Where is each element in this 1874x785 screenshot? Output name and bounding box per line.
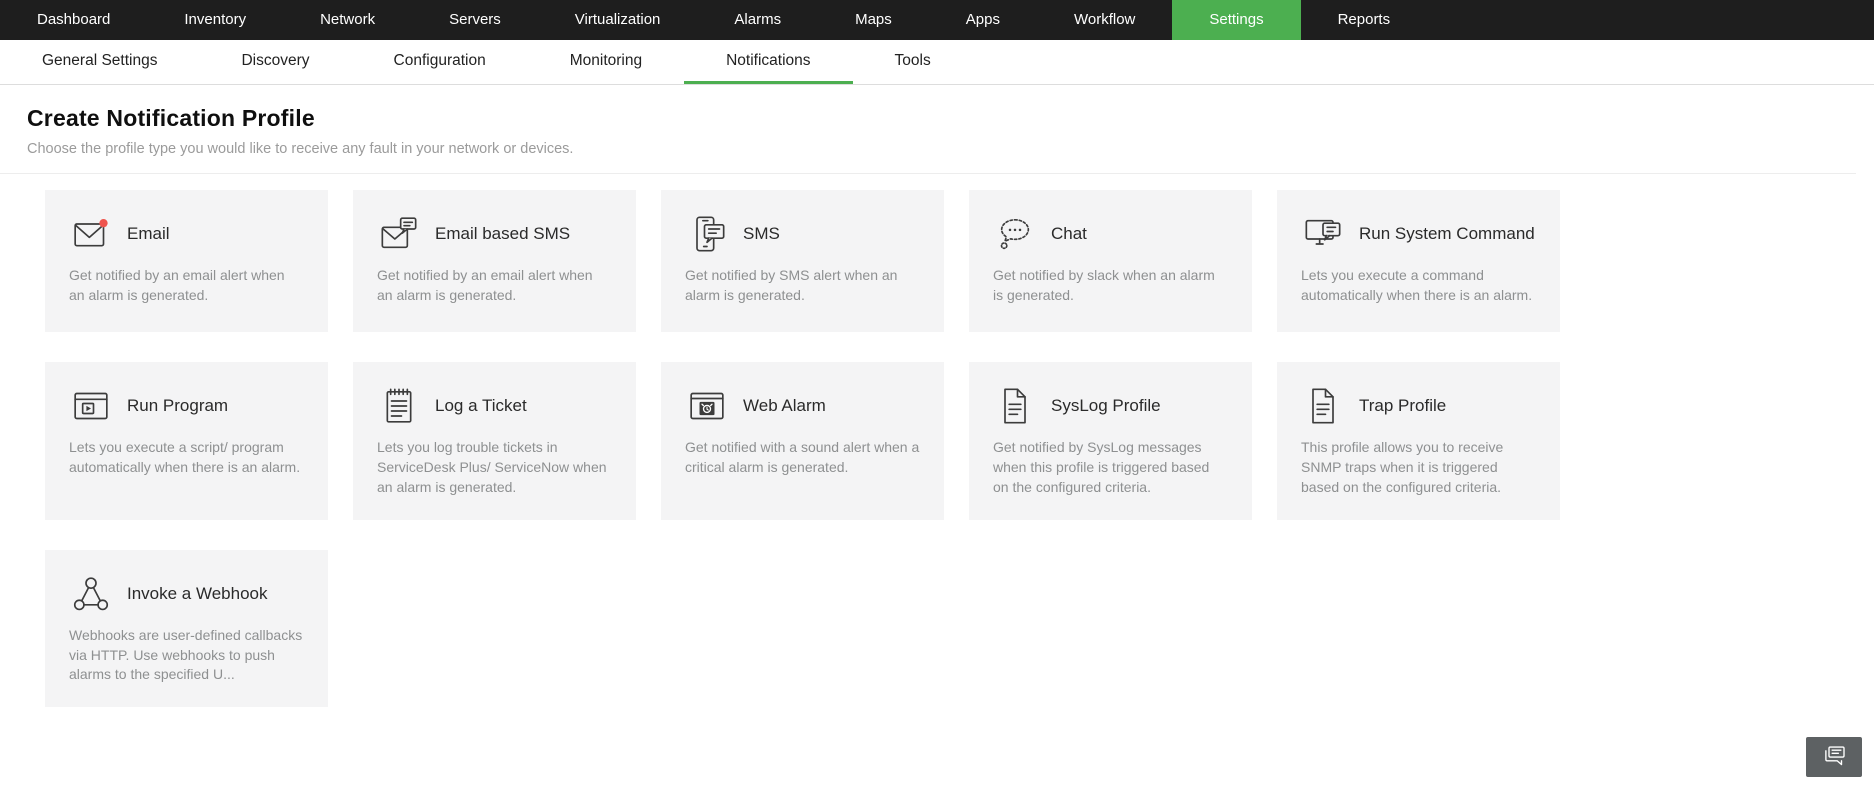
card-title: SMS [743,224,780,244]
nav-workflow[interactable]: Workflow [1037,0,1172,40]
email-icon [69,214,113,254]
card-title: Run Program [127,396,228,416]
nav-reports[interactable]: Reports [1301,0,1428,40]
card-title: SysLog Profile [1051,396,1161,416]
card-trap-profile[interactable]: Trap Profile This profile allows you to … [1277,362,1560,520]
nav-apps[interactable]: Apps [929,0,1037,40]
log-ticket-icon [377,386,421,426]
top-navigation: Dashboard Inventory Network Servers Virt… [0,0,1874,40]
tab-configuration[interactable]: Configuration [352,40,528,84]
card-description: Lets you log trouble tickets in ServiceD… [377,438,612,498]
page-header: Create Notification Profile Choose the p… [0,85,1856,174]
card-syslog-profile[interactable]: SysLog Profile Get notified by SysLog me… [969,362,1252,520]
run-program-icon [69,386,113,426]
card-sms[interactable]: SMS Get notified by SMS alert when an al… [661,190,944,332]
card-chat[interactable]: Chat Get notified by slack when an alarm… [969,190,1252,332]
page-title: Create Notification Profile [27,105,1826,132]
card-title: Email [127,224,170,244]
card-description: Get notified by slack when an alarm is g… [993,266,1228,306]
card-invoke-a-webhook[interactable]: Invoke a Webhook Webhooks are user-defin… [45,550,328,708]
card-title: Chat [1051,224,1087,244]
trap-icon [1301,386,1345,426]
nav-settings[interactable]: Settings [1172,0,1300,40]
tab-tools[interactable]: Tools [853,40,973,84]
page-subtitle: Choose the profile type you would like t… [27,141,1826,157]
nav-inventory[interactable]: Inventory [147,0,283,40]
card-web-alarm[interactable]: Web Alarm Get notified with a sound aler… [661,362,944,520]
card-title: Trap Profile [1359,396,1446,416]
card-description: This profile allows you to receive SNMP … [1301,438,1536,498]
nav-virtualization[interactable]: Virtualization [538,0,698,40]
card-description: Get notified with a sound alert when a c… [685,438,920,478]
card-email[interactable]: Email Get notified by an email alert whe… [45,190,328,332]
card-title: Invoke a Webhook [127,584,268,604]
card-description: Get notified by SMS alert when an alarm … [685,266,920,306]
tab-notifications[interactable]: Notifications [684,40,852,84]
sms-icon [685,214,729,254]
card-title: Email based SMS [435,224,570,244]
nav-network[interactable]: Network [283,0,412,40]
card-description: Get notified by an email alert when an a… [377,266,612,306]
email-sms-icon [377,214,421,254]
web-alarm-icon [685,386,729,426]
settings-sub-navigation: General Settings Discovery Configuration… [0,40,1874,85]
card-description: Lets you execute a script/ program autom… [69,438,304,478]
tab-monitoring[interactable]: Monitoring [528,40,684,84]
card-run-system-command[interactable]: Run System Command Lets you execute a co… [1277,190,1560,332]
card-description: Get notified by an email alert when an a… [69,266,304,306]
nav-dashboard[interactable]: Dashboard [0,0,147,40]
tab-discovery[interactable]: Discovery [199,40,351,84]
feedback-button[interactable] [1806,737,1862,777]
syslog-icon [993,386,1037,426]
card-title: Log a Ticket [435,396,527,416]
notification-profile-grid: Email Get notified by an email alert whe… [45,190,1874,707]
nav-alarms[interactable]: Alarms [697,0,818,40]
webhook-icon [69,574,113,614]
card-email-based-sms[interactable]: Email based SMS Get notified by an email… [353,190,636,332]
tab-general-settings[interactable]: General Settings [0,40,199,84]
card-log-a-ticket[interactable]: Log a Ticket Lets you log trouble ticket… [353,362,636,520]
card-description: Lets you execute a command automatically… [1301,266,1536,306]
nav-servers[interactable]: Servers [412,0,538,40]
card-title: Web Alarm [743,396,826,416]
chat-icon [993,214,1037,254]
run-system-command-icon [1301,214,1345,254]
card-description: Get notified by SysLog messages when thi… [993,438,1228,498]
chat-feedback-icon [1817,742,1851,772]
card-description: Webhooks are user-defined callbacks via … [69,626,304,686]
card-title: Run System Command [1359,224,1535,244]
card-run-program[interactable]: Run Program Lets you execute a script/ p… [45,362,328,520]
nav-maps[interactable]: Maps [818,0,929,40]
